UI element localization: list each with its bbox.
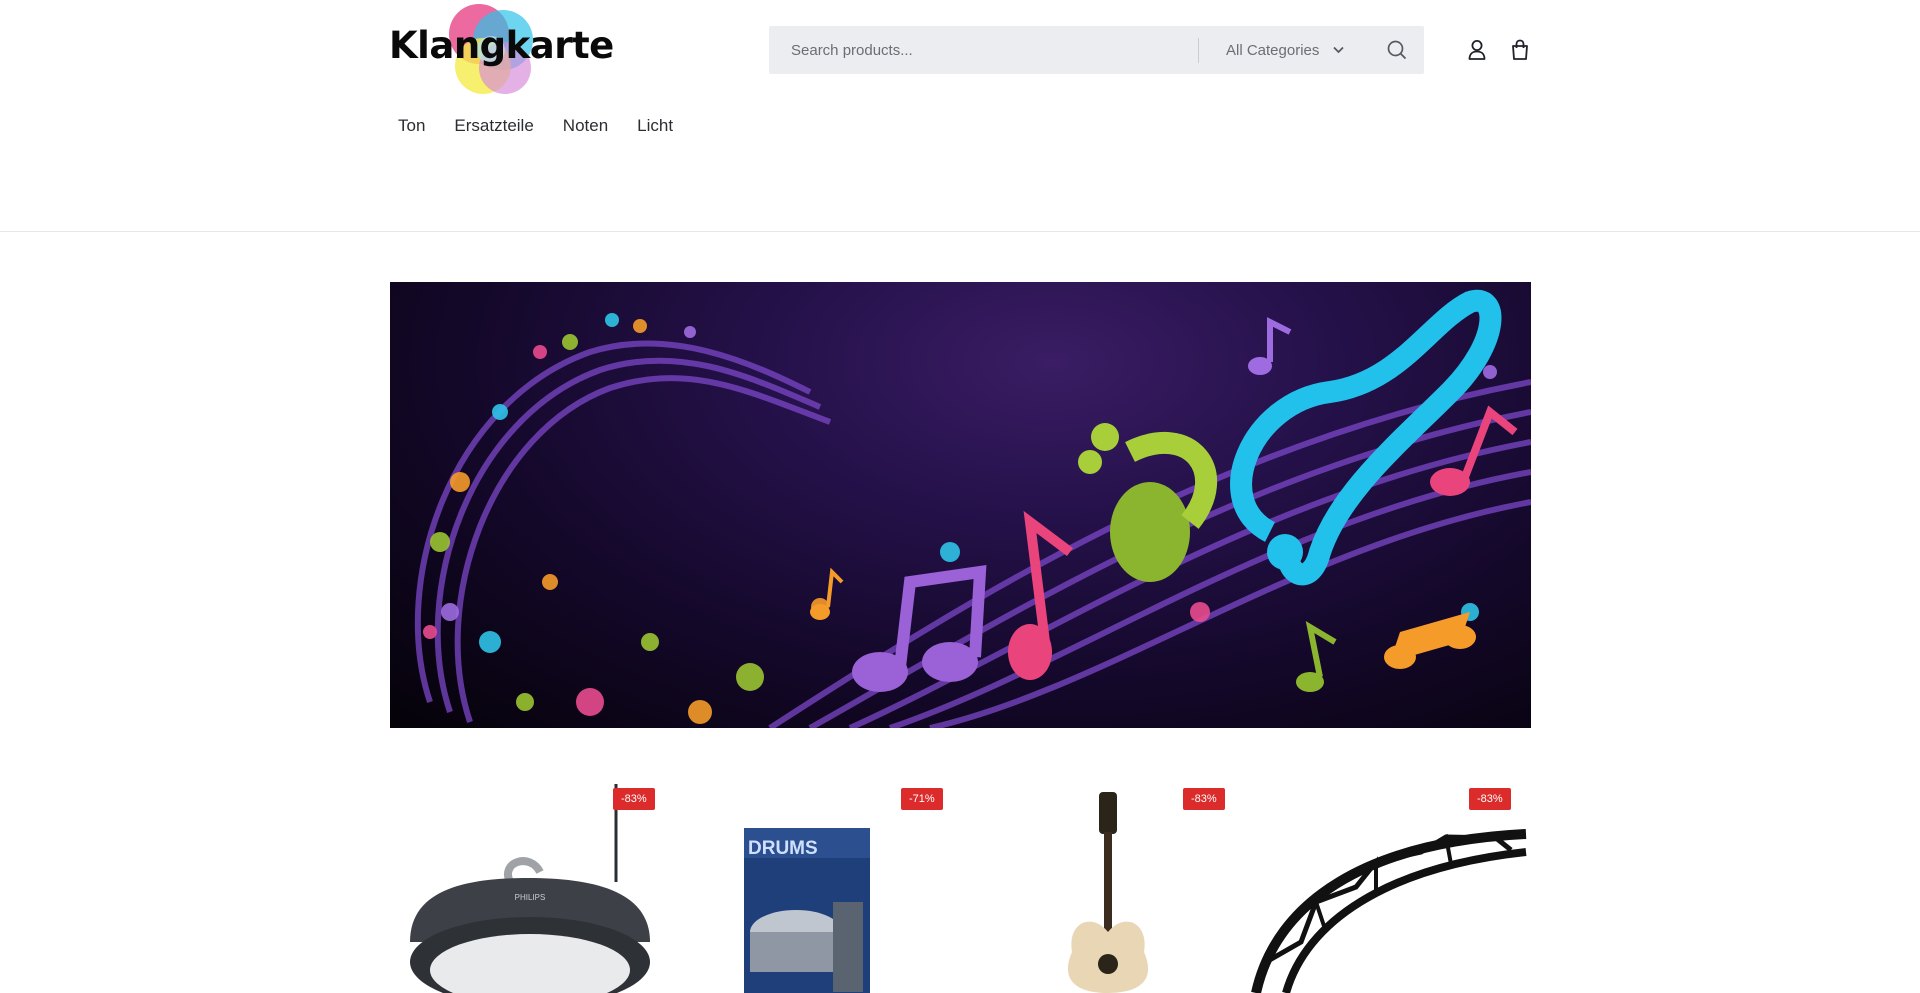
account-button[interactable] [1466, 38, 1488, 62]
cart-button[interactable] [1509, 38, 1531, 62]
product-card[interactable]: DRUMS -71% [678, 782, 963, 993]
svg-text:DRUMS: DRUMS [748, 838, 818, 859]
user-icon [1468, 40, 1486, 60]
product-card[interactable]: PHILIPS -83% [390, 782, 675, 993]
discount-badge: -83% [1183, 788, 1225, 810]
product-card[interactable]: -83% [1246, 782, 1531, 993]
nav-item-ersatzteile[interactable]: Ersatzteile [454, 114, 533, 138]
shopping-bag-icon [1512, 39, 1528, 60]
search-divider [1198, 38, 1199, 63]
product-image: DRUMS [744, 828, 870, 993]
hero-music-notes-image [414, 289, 1531, 728]
hero-banner[interactable] [390, 282, 1531, 728]
product-card[interactable]: -83% [962, 782, 1247, 993]
brand-name: Klangkarte [389, 24, 614, 67]
discount-badge: -83% [613, 788, 655, 810]
product-image [1067, 792, 1149, 993]
category-select-label: All Categories [1226, 41, 1320, 59]
chevron-down-icon [1333, 46, 1345, 54]
search-button[interactable] [1386, 39, 1408, 61]
nav-item-noten[interactable]: Noten [563, 114, 608, 138]
nav-item-ton[interactable]: Ton [398, 114, 425, 138]
site-header: Klangkarte All Categories Ton Ersatzteil… [0, 0, 1920, 232]
discount-badge: -71% [901, 788, 943, 810]
search-input[interactable] [791, 26, 1191, 74]
product-grid: PHILIPS -83% DRUMS -71% -83% -83% [390, 782, 1531, 993]
category-select[interactable]: All Categories [1226, 26, 1356, 74]
main-nav: Ton Ersatzteile Noten Licht [398, 114, 702, 138]
search-bar: All Categories [769, 26, 1424, 74]
discount-badge: -83% [1469, 788, 1511, 810]
search-icon [1387, 40, 1407, 60]
nav-item-licht[interactable]: Licht [637, 114, 673, 138]
product-image [1251, 829, 1527, 993]
svg-text:PHILIPS: PHILIPS [515, 893, 546, 902]
product-image: PHILIPS [410, 784, 650, 993]
brand-logo[interactable]: Klangkarte [389, 2, 614, 98]
